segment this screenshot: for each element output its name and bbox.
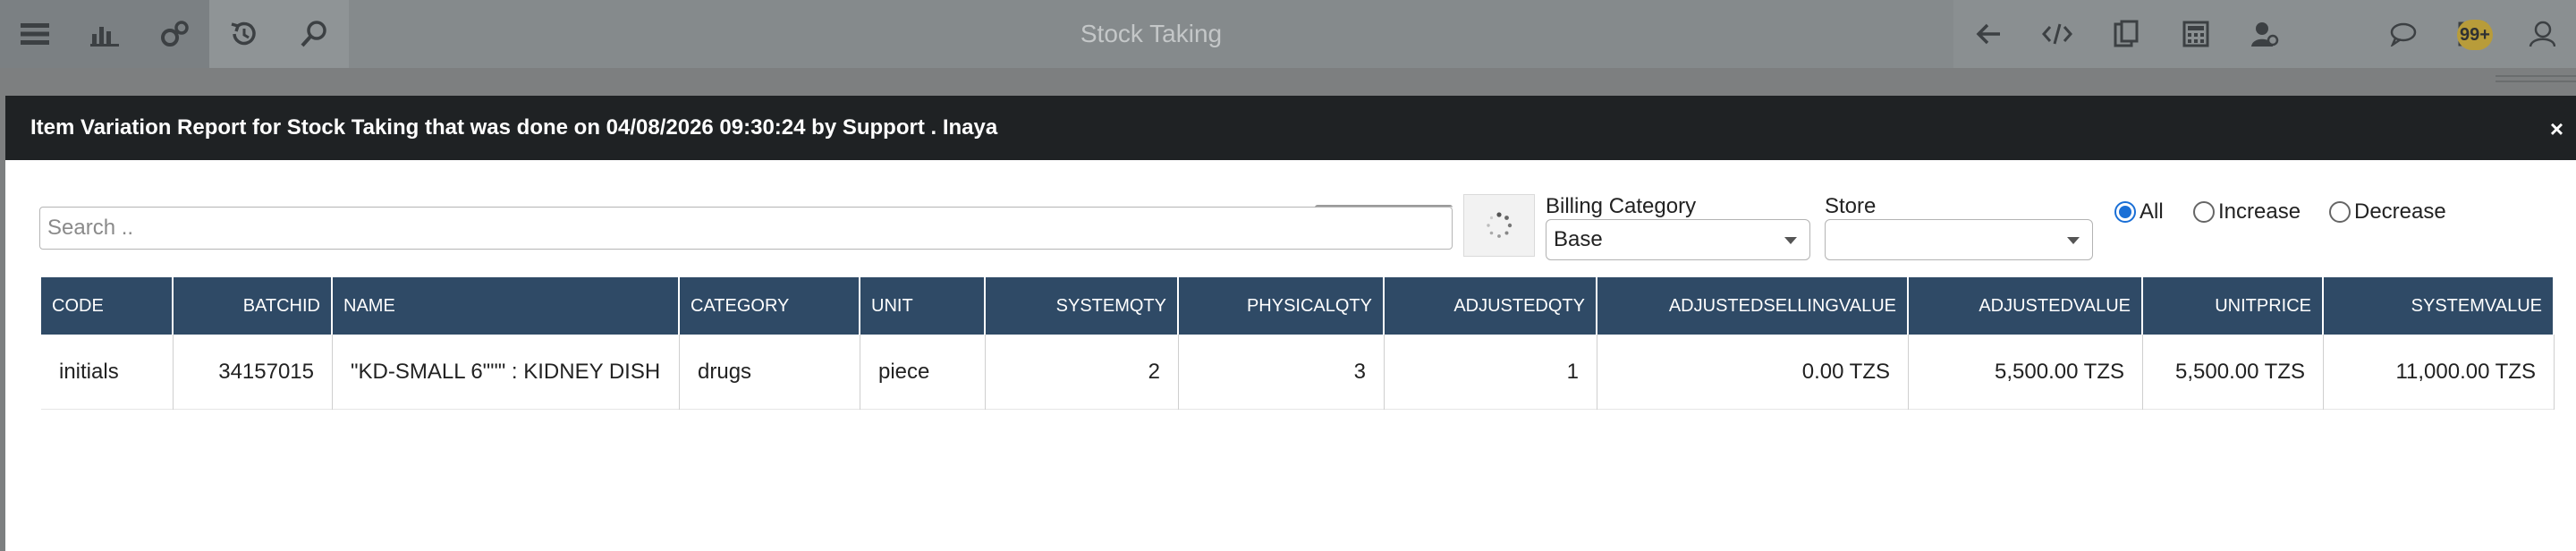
column-header-unit[interactable]: UNIT: [860, 277, 986, 335]
close-icon[interactable]: ×: [2550, 115, 2563, 143]
cell-unitprice: 5,500.00 TZS: [2143, 335, 2324, 410]
user-icon[interactable]: [2507, 0, 2576, 68]
history-icon[interactable]: [209, 0, 279, 68]
column-header-unitprice[interactable]: UNITPRICE: [2143, 277, 2324, 335]
column-header-systemqty[interactable]: SYSTEMQTY: [986, 277, 1179, 335]
cell-name: "KD-SMALL 6""" : KIDNEY DISH: [333, 335, 680, 410]
column-header-code[interactable]: CODE: [41, 277, 174, 335]
chevron-down-icon: [2067, 237, 2080, 244]
modal-title: Item Variation Report for Stock Taking t…: [30, 115, 998, 140]
cell-adjustedvalue: 5,500.00 TZS: [1909, 335, 2143, 410]
gears-icon[interactable]: [140, 0, 209, 68]
refresh-button[interactable]: [1463, 194, 1535, 257]
search-input[interactable]: [39, 207, 1453, 250]
code-icon[interactable]: [2022, 0, 2091, 68]
column-header-adjustedvalue[interactable]: ADJUSTEDVALUE: [1909, 277, 2143, 335]
cell-adjustedqty: 1: [1385, 335, 1597, 410]
table-row[interactable]: initials 34157015 "KD-SMALL 6""" : KIDNE…: [41, 335, 2555, 410]
background-handle: [2496, 75, 2576, 82]
billing-category-select[interactable]: Base: [1546, 219, 1810, 260]
bar-chart-icon[interactable]: [70, 0, 140, 68]
column-header-adjustedqty[interactable]: ADJUSTEDQTY: [1385, 277, 1597, 335]
variation-table: CODE BATCHID NAME CATEGORY UNIT SYSTEMQT…: [41, 277, 2555, 410]
radio-increase[interactable]: Increase: [2193, 199, 2301, 225]
billing-category-value: Base: [1554, 227, 1603, 251]
chevron-down-icon: [1784, 237, 1797, 244]
top-toolbar: Stock Taking 99+: [0, 0, 2576, 68]
radio-decrease[interactable]: Decrease: [2329, 199, 2446, 225]
cell-code: initials: [41, 335, 174, 410]
user-settings-icon[interactable]: [2230, 0, 2299, 68]
cell-batchid: 34157015: [174, 335, 333, 410]
radio-all-indicator[interactable]: [2114, 201, 2136, 223]
billing-category-label: Billing Category: [1546, 194, 1697, 218]
notification-badge[interactable]: 99+: [2457, 20, 2493, 50]
radio-decrease-label: Decrease: [2354, 199, 2446, 224]
radio-increase-indicator[interactable]: [2193, 201, 2215, 223]
cell-category: drugs: [680, 335, 860, 410]
store-select[interactable]: [1825, 219, 2093, 260]
clipboard-icon[interactable]: [2092, 0, 2161, 68]
item-variation-report-modal: Item Variation Report for Stock Taking t…: [5, 96, 2576, 551]
column-header-category[interactable]: CATEGORY: [680, 277, 860, 335]
table-header: CODE BATCHID NAME CATEGORY UNIT SYSTEMQT…: [41, 277, 2555, 335]
toolbar-title: Stock Taking: [1080, 20, 1223, 47]
column-header-systemvalue[interactable]: SYSTEMVALUE: [2324, 277, 2555, 335]
radio-all-label: All: [2140, 199, 2164, 224]
search-icon[interactable]: [279, 0, 349, 68]
chat-icon[interactable]: [2368, 0, 2437, 68]
store-label: Store: [1825, 194, 1877, 218]
cell-systemqty: 2: [986, 335, 1179, 410]
column-header-name[interactable]: NAME: [333, 277, 680, 335]
back-arrow-icon[interactable]: [1953, 0, 2022, 68]
loading-spinner-icon: [1487, 212, 1513, 238]
radio-increase-label: Increase: [2218, 199, 2301, 224]
column-header-physicalqty[interactable]: PHYSICALQTY: [1179, 277, 1385, 335]
column-header-adjustedsellingvalue[interactable]: ADJUSTEDSELLINGVALUE: [1597, 277, 1909, 335]
cell-adjustedsellingvalue: 0.00 TZS: [1597, 335, 1909, 410]
cell-unit: piece: [860, 335, 986, 410]
toolbar-left-group: [0, 0, 349, 68]
column-header-batchid[interactable]: BATCHID: [174, 277, 333, 335]
modal-header: Item Variation Report for Stock Taking t…: [5, 96, 2576, 160]
calculator-icon[interactable]: [2161, 0, 2230, 68]
cell-systemvalue: 11,000.00 TZS: [2324, 335, 2555, 410]
radio-all[interactable]: All: [2114, 199, 2164, 225]
search-bevel: [1315, 205, 1453, 210]
menu-icon[interactable]: [0, 0, 70, 68]
radio-decrease-indicator[interactable]: [2329, 201, 2351, 223]
cell-physicalqty: 3: [1179, 335, 1385, 410]
